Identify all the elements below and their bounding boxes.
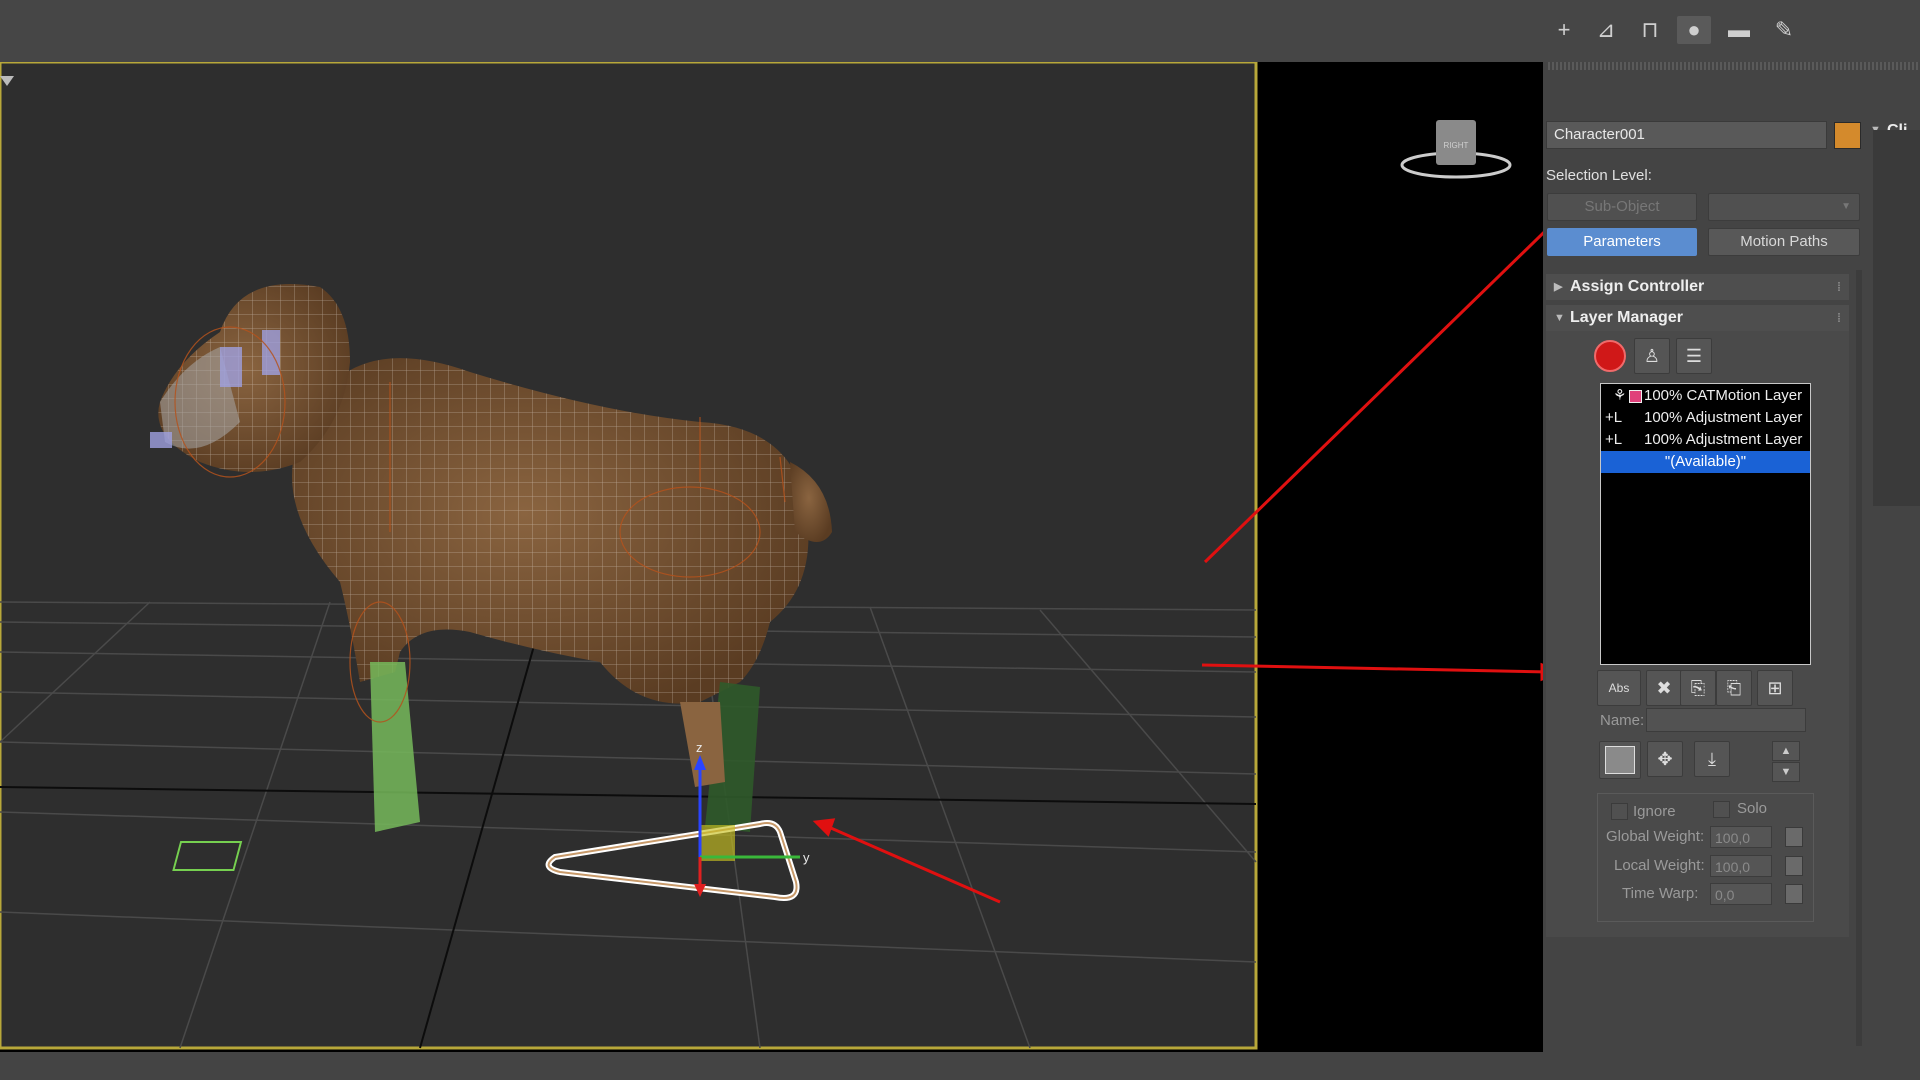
global-weight-spinner[interactable]: 100,0 [1710, 826, 1772, 848]
layer-manager-label: Layer Manager [1570, 309, 1683, 326]
object-name-field[interactable]: Character001 [1546, 121, 1827, 149]
global-weight-graph-icon[interactable] [1785, 827, 1803, 847]
move-layer-up-icon[interactable]: ▲ [1772, 741, 1800, 761]
chevron-down-icon: ▼ [1841, 201, 1851, 212]
move-layer-down-icon[interactable]: ▼ [1772, 762, 1800, 782]
sub-object-dropdown[interactable]: ▼ [1708, 193, 1860, 221]
time-warp-graph-icon[interactable] [1785, 884, 1803, 904]
create-plus-icon[interactable]: + [1547, 16, 1581, 44]
viewport-scene: z y RIGHT [0, 62, 1543, 1050]
sub-object-button[interactable]: Sub-Object [1547, 193, 1697, 221]
svg-text:z: z [696, 740, 703, 755]
svg-text:y: y [803, 850, 810, 865]
layer-label: 100% Adjustment Layer [1644, 431, 1803, 448]
utilities-wrench-icon[interactable]: ✎ [1767, 16, 1801, 44]
motion-icon[interactable]: ● [1677, 16, 1711, 44]
motion-paths-button[interactable]: Motion Paths [1708, 228, 1860, 256]
layer-item[interactable]: +L 100% Adjustment Layer [1601, 407, 1810, 429]
solo-label: Solo [1737, 800, 1768, 817]
layer-tracks-icon[interactable]: ☰ [1676, 338, 1712, 374]
time-warp-spinner[interactable]: 0,0 [1710, 883, 1772, 905]
add-layer-label: Abs [1608, 681, 1630, 695]
layer-name-field[interactable] [1646, 708, 1806, 732]
local-weight-spinner[interactable]: 100,0 [1710, 855, 1772, 877]
viewcube-label: RIGHT [1444, 141, 1469, 150]
display-icon[interactable]: ▬ [1722, 16, 1756, 44]
assign-controller-rollout[interactable]: ▶ Assign Controller ⁞ [1546, 274, 1849, 300]
time-warp-label: Time Warp: [1622, 885, 1699, 902]
setup-animation-mode-icon[interactable]: ✥ [1647, 741, 1683, 777]
catmotion-figure-icon[interactable]: ♙ [1634, 338, 1670, 374]
catmotion-icon: ⚘ [1613, 387, 1627, 404]
3d-viewport[interactable]: z y RIGHT [0, 62, 1543, 1052]
local-weight-label: Local Weight: [1614, 857, 1705, 874]
panel-grip[interactable] [1548, 62, 1920, 70]
available-layer-item[interactable]: "(Available)" [1601, 451, 1810, 473]
grip-icon: ⁞ [1837, 280, 1841, 294]
ignore-checkbox[interactable] [1611, 803, 1628, 820]
modify-icon[interactable]: ⊿ [1589, 16, 1623, 44]
copy-layer-icon[interactable]: ⎘ [1680, 670, 1716, 706]
collapse-arrow-icon: ▼ [1554, 312, 1565, 324]
grip-icon: ⁞ [1837, 311, 1841, 325]
expand-arrow-icon: ▶ [1554, 281, 1563, 293]
layer-label: 100% CATMotion Layer [1644, 387, 1803, 404]
local-weight-graph-icon[interactable] [1785, 856, 1803, 876]
bake-layer-icon[interactable]: ⤓ [1694, 741, 1730, 777]
ignore-label: Ignore [1633, 803, 1676, 820]
collapse-layer-icon[interactable]: ⊞ [1757, 670, 1793, 706]
top-toolbar [0, 0, 1920, 62]
hierarchy-icon[interactable]: ⊓ [1633, 16, 1667, 44]
viewcube[interactable]: RIGHT [1400, 120, 1512, 179]
bottom-bar [0, 1052, 1920, 1080]
layer-color-swatch[interactable] [1629, 390, 1642, 403]
layer-list[interactable]: ⚘ 100% CATMotion Layer +L 100% Adjustmen… [1600, 383, 1811, 665]
layer-manager-rollout[interactable]: ▼ Layer Manager ⁞ [1546, 305, 1849, 331]
parameters-button[interactable]: Parameters [1547, 228, 1697, 256]
layer-item[interactable]: +L 100% Adjustment Layer [1601, 429, 1810, 451]
layer-item[interactable]: ⚘ 100% CATMotion Layer [1601, 385, 1810, 407]
global-weight-label: Global Weight: [1606, 828, 1705, 845]
layer-color-button[interactable] [1599, 741, 1641, 779]
add-layer-button[interactable]: Abs [1597, 670, 1641, 706]
object-color-swatch[interactable] [1834, 122, 1861, 149]
layer-prefix: +L [1605, 431, 1623, 448]
delete-layer-icon[interactable]: ✖ [1646, 670, 1682, 706]
paste-layer-icon[interactable]: ⎗ [1716, 670, 1752, 706]
panel-scrollbar[interactable] [1856, 270, 1862, 1046]
selection-level-label: Selection Level: [1546, 167, 1652, 184]
name-label: Name: [1600, 712, 1645, 729]
layer-label: 100% Adjustment Layer [1644, 409, 1803, 426]
clip-panel-scroll[interactable] [1873, 130, 1920, 506]
layer-prefix: +L [1605, 409, 1623, 426]
record-icon[interactable] [1594, 340, 1626, 372]
solo-checkbox[interactable] [1713, 801, 1730, 818]
assign-controller-label: Assign Controller [1570, 278, 1705, 295]
